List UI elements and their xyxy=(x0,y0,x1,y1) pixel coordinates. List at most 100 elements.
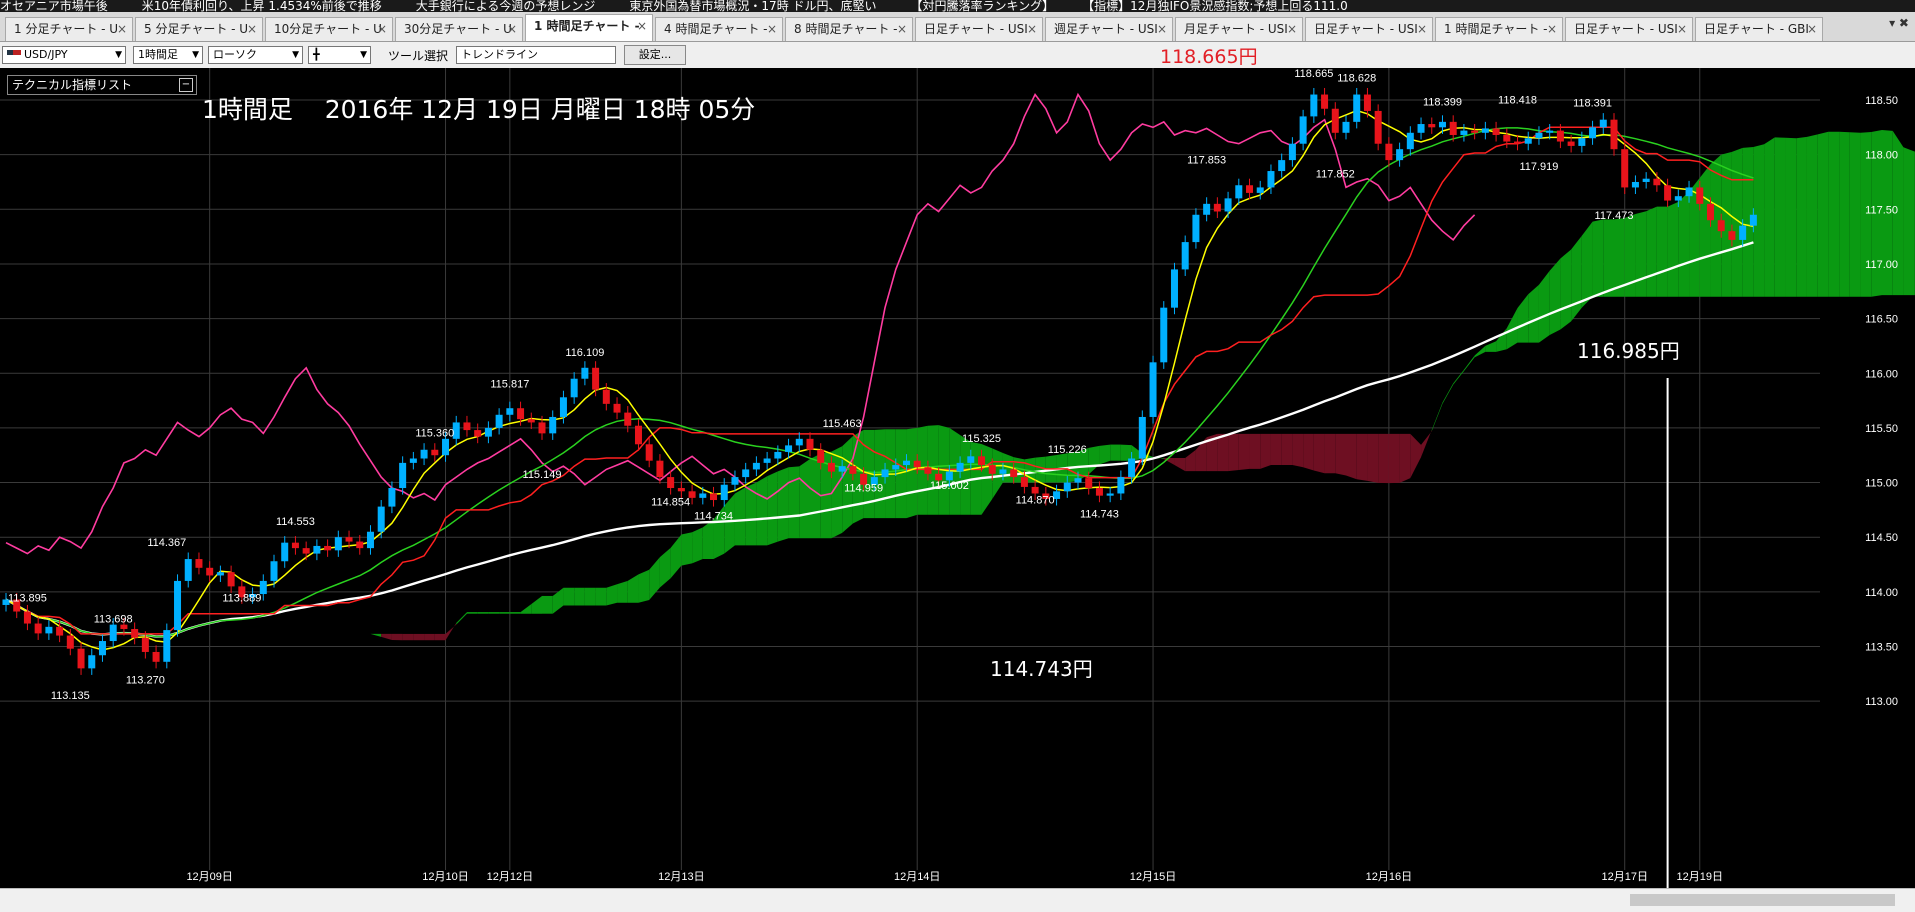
close-icon[interactable]: × xyxy=(1417,18,1427,40)
ticker-item[interactable]: オセアニア市場午後 xyxy=(0,0,108,12)
ticker-item[interactable]: 米10年債利回り、上昇 1.4534%前後で推移 xyxy=(142,0,382,12)
cloud-bull-segment xyxy=(595,587,607,606)
candle-body xyxy=(1556,130,1564,142)
currency-pair-value: USD/JPY xyxy=(24,48,68,61)
cloud-bull-segment xyxy=(777,467,789,542)
candle-type-select[interactable]: ╋ ▼ xyxy=(308,46,371,64)
candle-body xyxy=(1396,149,1404,161)
close-icon[interactable]: × xyxy=(377,18,387,40)
drawing-tool-field[interactable]: トレンドライン xyxy=(456,46,616,64)
tab-chart[interactable]: 1 時間足チャート - × xyxy=(525,14,653,41)
settings-button[interactable]: 設定... xyxy=(624,45,686,65)
tab-chart[interactable]: 日足チャート - USI × xyxy=(1305,17,1433,41)
horizontal-scrollbar[interactable] xyxy=(0,888,1915,912)
candle-body xyxy=(227,572,235,587)
tab-label: 5 分足チャート - U xyxy=(144,22,249,36)
tab-chart[interactable]: 日足チャート - USI × xyxy=(915,17,1043,41)
price-label: 116.109 xyxy=(565,347,604,359)
candle-body xyxy=(141,637,149,652)
cloud-bear-segment xyxy=(434,633,446,641)
price-label: 118.665 xyxy=(1294,68,1333,80)
tab-label: 週足チャート - USI xyxy=(1054,22,1158,36)
close-icon[interactable]: × xyxy=(1677,18,1687,40)
ticker-item[interactable]: 【指標】12月独IFO景況感指数;予想上回る111.0 xyxy=(1088,0,1348,12)
cloud-bull-segment xyxy=(1120,444,1132,461)
currency-pair-select[interactable]: USD/JPY ▼ xyxy=(2,46,126,64)
tab-chart[interactable]: 1 時間足チャート - × xyxy=(1435,17,1563,41)
close-icon[interactable]: × xyxy=(1287,18,1297,40)
cloud-bear-segment xyxy=(1388,433,1400,484)
ticker-item[interactable]: 東京外国為替市場概況・17時 ドル円、底堅い xyxy=(629,0,876,12)
cloud-bear-segment xyxy=(1260,433,1271,469)
news-ticker[interactable]: オセアニア市場午後 米10年債利回り、上昇 1.4534%前後で推移 大手銀行による… xyxy=(0,0,1915,12)
price-label: 117.853 xyxy=(1187,154,1226,166)
cloud-bull-segment xyxy=(1817,131,1829,297)
cloud-bull-segment xyxy=(1635,211,1647,297)
price-label: 118.399 xyxy=(1423,96,1462,108)
tab-label: 30分足チャート - U xyxy=(404,22,512,36)
tab-chart[interactable]: 週足チャート - USI × xyxy=(1045,17,1173,41)
chart-style-select[interactable]: ローソク ▼ xyxy=(208,46,303,64)
price-label: 113.270 xyxy=(126,675,165,687)
candle-body xyxy=(1020,477,1028,487)
close-icon[interactable]: × xyxy=(637,15,647,37)
cloud-bull-segment xyxy=(574,587,585,606)
tab-chart[interactable]: 10分足チャート - U × xyxy=(265,17,393,41)
collapse-icon[interactable]: − xyxy=(179,78,193,92)
close-icon[interactable]: × xyxy=(247,18,257,40)
chart-tab-bar: 1 分足チャート - U × 5 分足チャート - U × 10分足チャート - U × 3… xyxy=(0,12,1915,42)
candle-body xyxy=(699,493,707,498)
close-icon[interactable]: × xyxy=(1157,18,1167,40)
tab-menu-icons[interactable]: ▾ ✖ xyxy=(1889,16,1909,30)
chevron-down-icon: ▼ xyxy=(115,50,122,60)
candle-body xyxy=(1546,130,1554,133)
drawing-tool-value: トレンドライン xyxy=(461,48,538,61)
candle-body xyxy=(967,456,975,463)
ticker-item[interactable]: 大手銀行による今週の予想レンジ xyxy=(416,0,596,12)
cloud-bear-segment xyxy=(1228,433,1239,472)
candle-body xyxy=(1524,138,1532,144)
tab-chart[interactable]: 日足チャート - USI × xyxy=(1565,17,1693,41)
scroll-thumb[interactable] xyxy=(1630,894,1895,906)
close-icon[interactable]: × xyxy=(1027,18,1037,40)
candle-body xyxy=(1203,203,1211,215)
candle-body xyxy=(463,422,471,431)
candle-body xyxy=(345,537,353,542)
cloud-bull-segment xyxy=(756,476,768,546)
ticker-item[interactable]: 【対円騰落率ランキング】 xyxy=(911,0,1055,12)
timeframe-select[interactable]: 1時間足 ▼ xyxy=(133,46,203,64)
cloud-bull-segment xyxy=(906,427,918,519)
close-icon[interactable]: × xyxy=(117,18,127,40)
tab-chart[interactable]: 月足チャート - USI × xyxy=(1175,17,1303,41)
candle-body xyxy=(1331,108,1339,133)
candle-body xyxy=(1503,134,1511,142)
tab-chart[interactable]: 4 時間足チャート - × xyxy=(655,17,783,41)
cloud-bull-segment xyxy=(1785,137,1797,297)
tab-chart[interactable]: 8 時間足チャート - × xyxy=(785,17,913,41)
cloud-bull-segment xyxy=(1699,164,1711,297)
tab-chart[interactable]: 1 分足チャート - U × xyxy=(5,17,133,41)
tab-chart[interactable]: 5 分足チャート - U × xyxy=(135,17,263,41)
chevron-down-icon: ▼ xyxy=(192,50,199,60)
price-label: 117.852 xyxy=(1316,169,1355,181)
indicator-list-panel[interactable]: テクニカル指標リスト − xyxy=(7,75,197,95)
candle-body xyxy=(1149,362,1157,417)
close-icon[interactable]: × xyxy=(897,18,907,40)
tab-chart[interactable]: 30分足チャート - U × xyxy=(395,17,523,41)
tab-chart[interactable]: 日足チャート - GBI × xyxy=(1695,17,1823,41)
price-chart[interactable]: 113.895 113.698 113.135 113.270 114.367 113.8… xyxy=(0,68,1915,888)
y-axis-tick-label: 118.50 xyxy=(1865,95,1898,107)
close-icon[interactable]: × xyxy=(767,18,777,40)
cloud-bear-segment xyxy=(1378,433,1389,484)
close-icon[interactable]: × xyxy=(1547,18,1557,40)
close-icon[interactable]: × xyxy=(507,18,517,40)
candle-body xyxy=(77,648,85,669)
candle-body xyxy=(291,542,299,549)
candle-body xyxy=(838,466,846,472)
candle-body xyxy=(1481,128,1489,133)
candle-body xyxy=(1428,124,1436,128)
y-axis-tick-label: 115.50 xyxy=(1865,423,1898,435)
x-axis-tick-label: 12月15日 xyxy=(1130,871,1176,883)
price-label: 115.149 xyxy=(523,469,562,481)
close-icon[interactable]: × xyxy=(1807,18,1817,40)
